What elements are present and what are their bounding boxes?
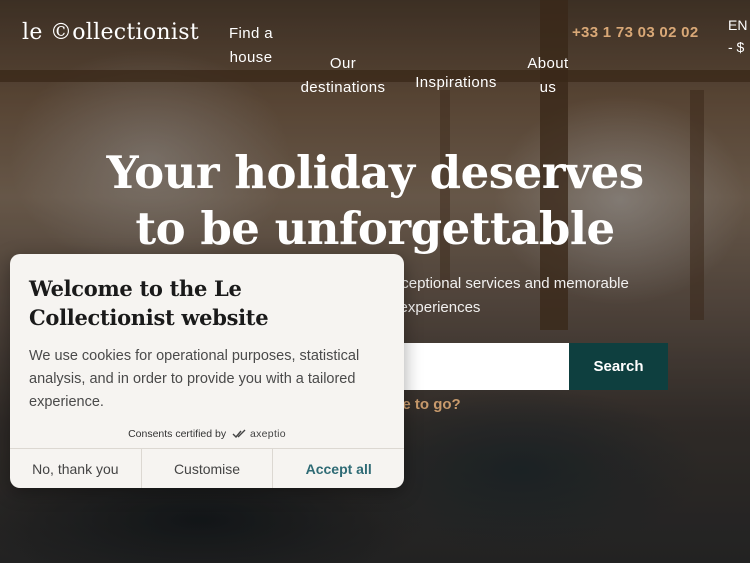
destination-search-input[interactable] <box>380 343 570 390</box>
headline-line-1: Your holiday deserves <box>106 146 644 199</box>
axeptio-logo-icon <box>229 428 250 440</box>
cookie-title: Welcome to the Le Collectionist website <box>29 276 269 330</box>
headline-line-2: to be unforgettable <box>135 202 615 255</box>
accept-all-cookies-button[interactable]: Accept all <box>272 449 404 488</box>
consent-certification[interactable]: Consents certified by axeptio <box>10 428 404 440</box>
site-logo[interactable]: le ©ollectionist <box>22 20 199 45</box>
nav-find-a-house[interactable]: Find a house <box>226 22 276 70</box>
cookie-description: We use cookies for operational purposes,… <box>29 348 360 410</box>
search-button[interactable]: Search <box>569 343 668 390</box>
certified-brand: axeptio <box>249 428 286 440</box>
hero-headline: Your holiday deserves to be unforgettabl… <box>0 145 750 257</box>
nav-about-us[interactable]: About us <box>522 52 574 100</box>
cookie-consent-dialog: Welcome to the Le Collectionist website … <box>10 254 404 488</box>
cookie-actions: No, thank you Customise Accept all <box>10 448 404 488</box>
phone-number-link[interactable]: +33 1 73 03 02 02 <box>572 24 698 41</box>
language-currency-selector[interactable]: EN - $ <box>728 14 747 58</box>
certified-prefix: Consents certified by <box>128 428 227 440</box>
language-label: EN <box>728 17 748 33</box>
currency-label: - $ <box>728 39 745 55</box>
customise-cookies-button[interactable]: Customise <box>140 449 273 488</box>
nav-inspirations[interactable]: Inspirations <box>410 71 502 95</box>
nav-our-destinations[interactable]: Our destinations <box>296 52 390 100</box>
reject-cookies-button[interactable]: No, thank you <box>10 449 141 488</box>
